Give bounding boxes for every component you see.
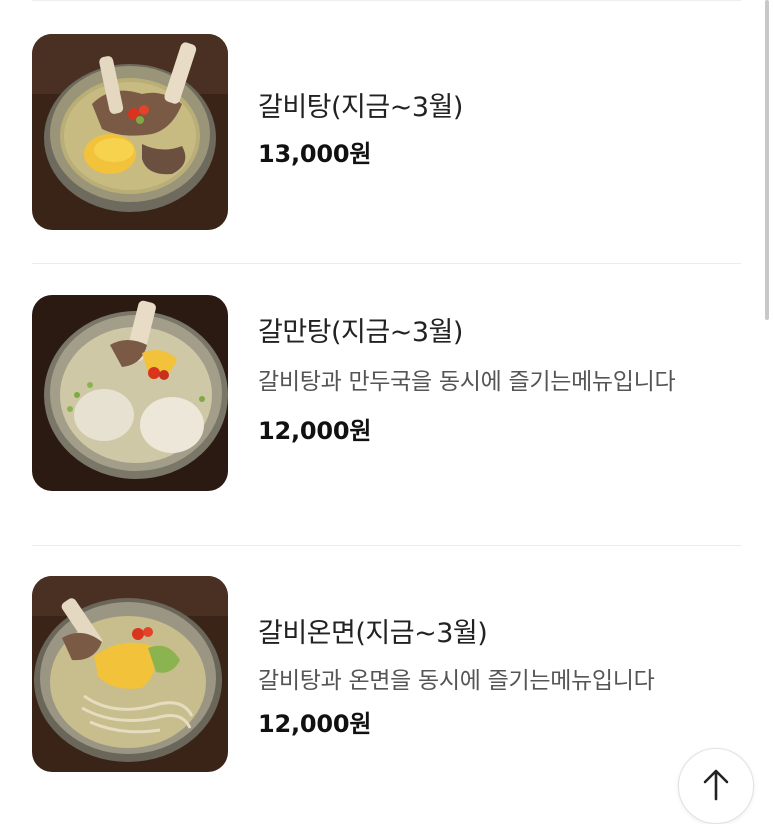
item-divider (32, 263, 741, 264)
menu-item-price: 12,000원 (258, 710, 372, 738)
menu-item-price: 12,000원 (258, 417, 372, 445)
top-divider (32, 0, 741, 1)
menu-item-name: 갈비온면(지금~3월) (258, 618, 488, 649)
menu-item-galmantang[interactable]: 갈만탕(지금~3월) 갈비탕과 만두국을 동시에 즐기는메뉴입니다 12,000… (32, 295, 741, 515)
galbi-onmyeon-photo (32, 576, 228, 772)
menu-item-galbitang[interactable]: 갈비탕(지금~3월) 13,000원 (32, 34, 741, 234)
menu-item-description: 갈비탕과 온면을 동시에 즐기는메뉴입니다 (258, 668, 655, 694)
item-divider (32, 545, 741, 546)
galmantang-photo (32, 295, 228, 491)
scrollbar[interactable] (765, 0, 769, 320)
menu-item-galbi-onmyeon[interactable]: 갈비온면(지금~3월) 갈비탕과 온면을 동시에 즐기는메뉴입니다 12,000… (32, 576, 741, 796)
arrow-up-icon (701, 767, 731, 805)
menu-item-price: 13,000원 (258, 140, 372, 168)
scroll-to-top-button[interactable] (678, 748, 754, 824)
menu-item-name: 갈만탕(지금~3월) (258, 317, 463, 348)
menu-item-name: 갈비탕(지금~3월) (258, 92, 463, 123)
galbitang-photo (32, 34, 228, 230)
menu-item-description: 갈비탕과 만두국을 동시에 즐기는메뉴입니다 (258, 369, 676, 395)
